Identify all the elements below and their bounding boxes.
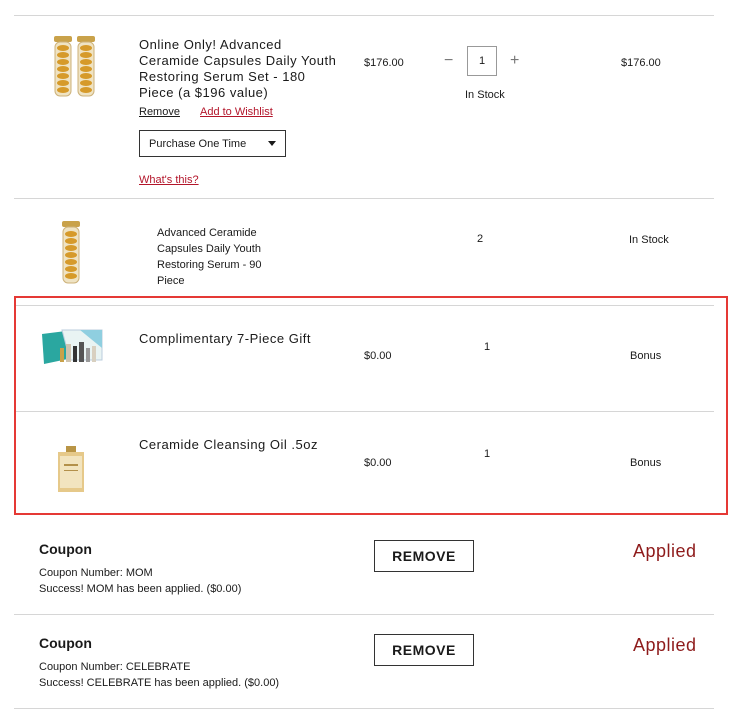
divider: [14, 708, 714, 709]
coupon-title: Coupon: [39, 635, 92, 651]
quantity-decrease-button[interactable]: −: [444, 52, 453, 70]
quantity-input[interactable]: 1: [467, 46, 497, 76]
coupon-status: Applied: [633, 541, 697, 561]
product-quantity: 2: [477, 233, 484, 245]
line-total: $176.00: [621, 57, 661, 69]
divider: [14, 15, 714, 16]
coupon-number: Coupon Number: MOM: [39, 567, 153, 579]
coupon-message: Success! CELEBRATE has been applied. ($0…: [39, 677, 280, 689]
divider: [14, 198, 714, 199]
product-image-serum-90[interactable]: [58, 220, 84, 291]
coupon-status: Applied: [633, 635, 697, 655]
remove-coupon-button[interactable]: REMOVE: [374, 634, 474, 666]
purchase-option-select[interactable]: Purchase One Time: [139, 130, 286, 157]
stock-status: In Stock: [629, 234, 669, 246]
remove-coupon-button[interactable]: REMOVE: [374, 540, 474, 572]
stock-status: In Stock: [465, 89, 505, 101]
add-to-wishlist-link[interactable]: Add to Wishlist: [200, 106, 273, 118]
divider: [14, 614, 714, 615]
whats-this-link[interactable]: What's this?: [139, 174, 199, 186]
coupon-title: Coupon: [39, 541, 92, 557]
quantity-increase-button[interactable]: +: [510, 52, 519, 70]
product-name-serum-90[interactable]: Advanced Ceramide Capsules Daily Youth R…: [157, 225, 287, 289]
product-price: $176.00: [364, 57, 404, 69]
product-name-serum-set[interactable]: Online Only! Advanced Ceramide Capsules …: [139, 37, 339, 101]
product-image-serum-set[interactable]: [50, 34, 100, 105]
chevron-down-icon: [268, 141, 276, 146]
remove-link[interactable]: Remove: [139, 106, 180, 118]
purchase-option-value: Purchase One Time: [149, 137, 247, 150]
coupon-number: Coupon Number: CELEBRATE: [39, 661, 191, 673]
coupon-message: Success! MOM has been applied. ($0.00): [39, 583, 242, 595]
highlight-box: [14, 296, 728, 515]
